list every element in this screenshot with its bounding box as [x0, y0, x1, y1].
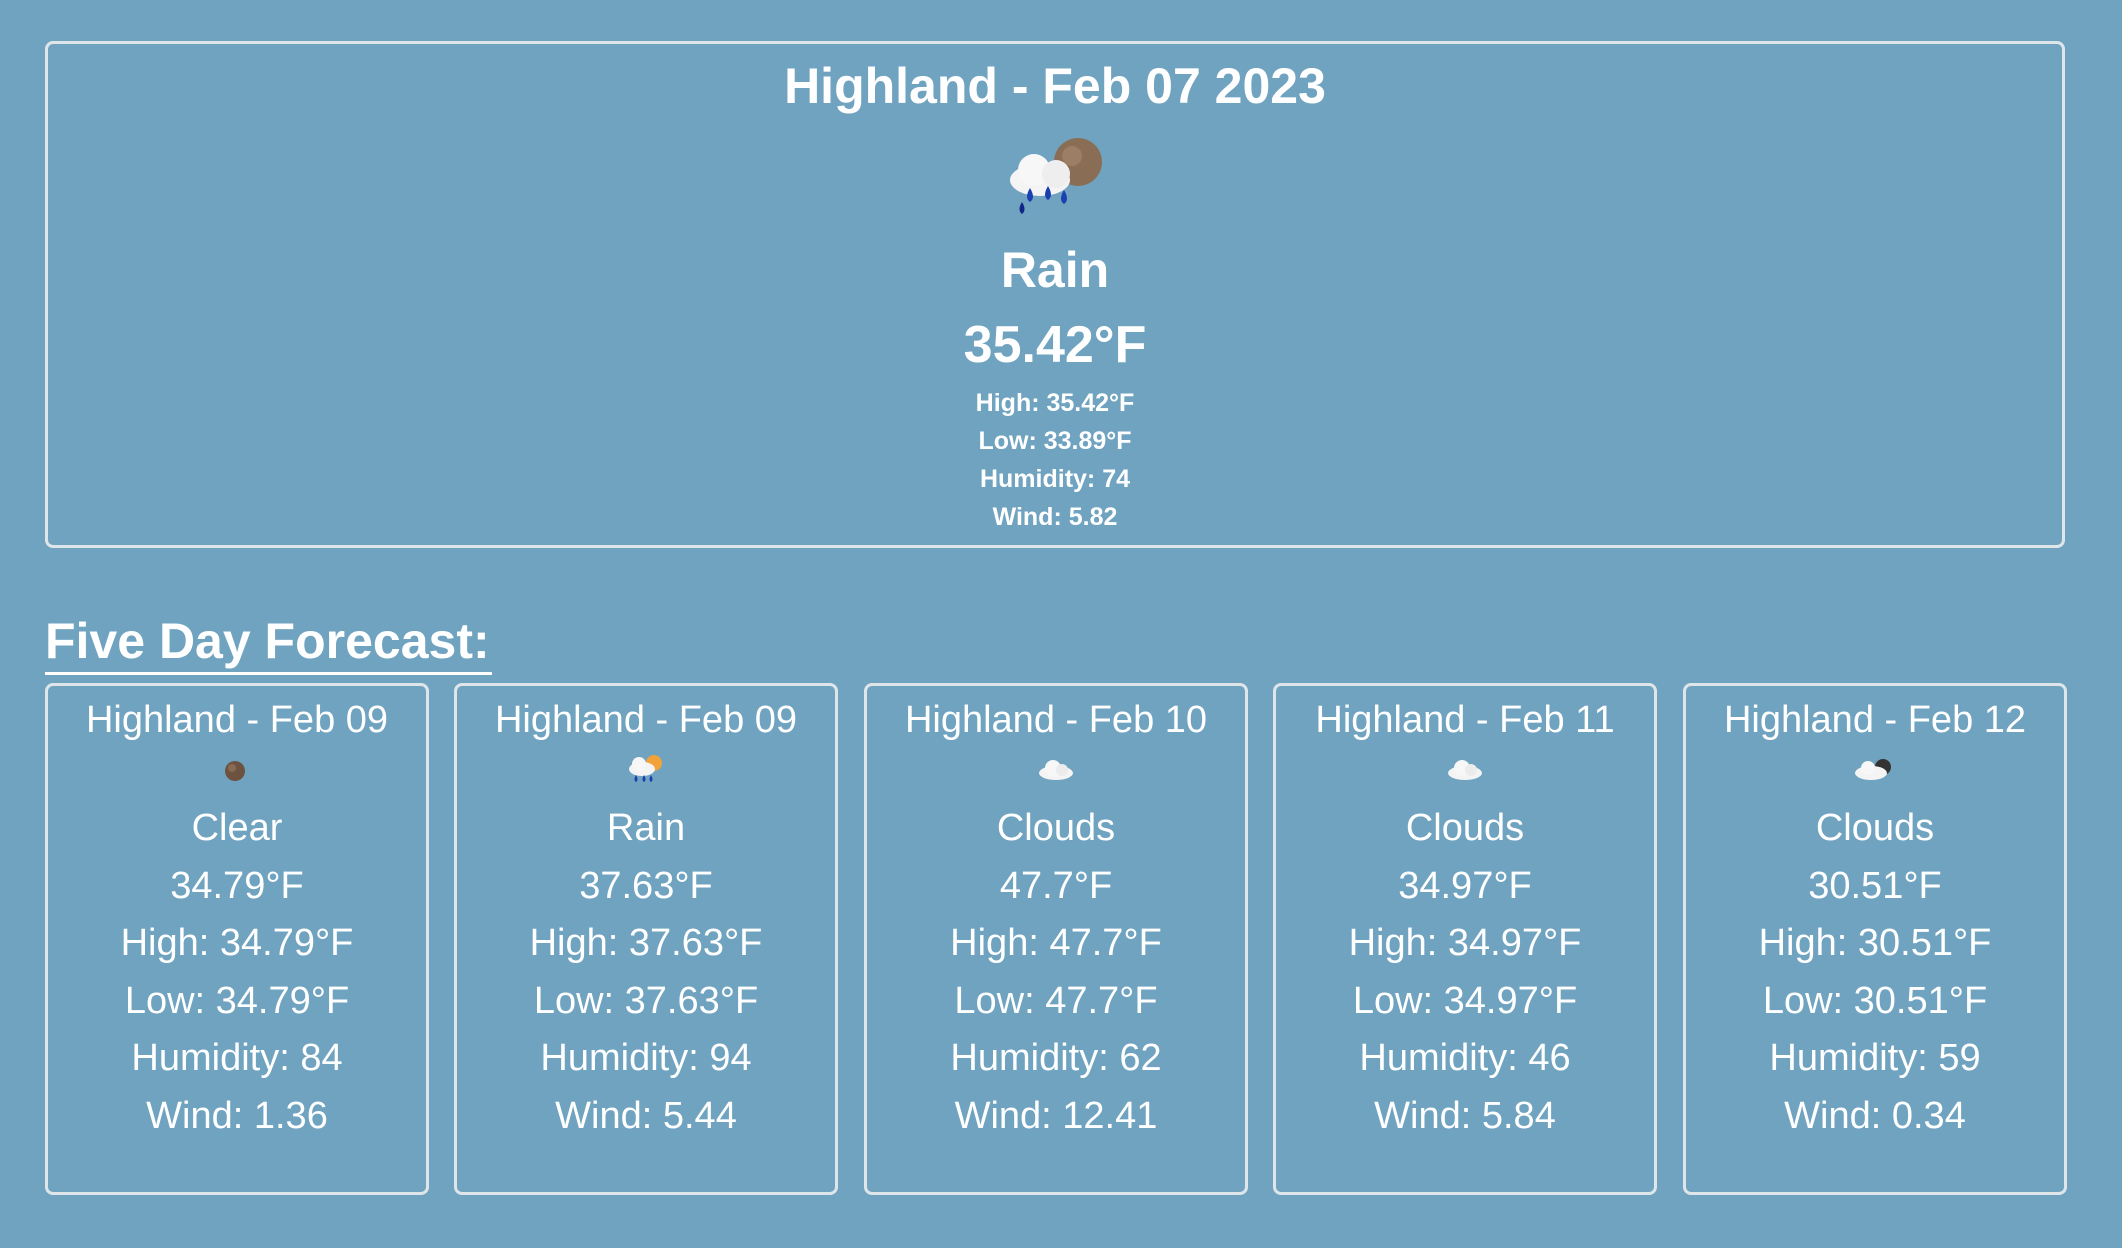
forecast-cards: Highland - Feb 09 Clear 34.79°F High: 34… — [45, 683, 2067, 1195]
forecast-wind: Wind: 0.34 — [1784, 1094, 1966, 1137]
forecast-day-title: Highland - Feb 11 — [1315, 699, 1615, 741]
forecast-humidity: Humidity: 94 — [540, 1037, 752, 1079]
forecast-condition: Clear — [191, 807, 283, 849]
forecast-wind: Wind: 5.84 — [1374, 1094, 1556, 1137]
forecast-high: High: 34.97°F — [1348, 922, 1582, 964]
forecast-humidity: Humidity: 46 — [1359, 1037, 1571, 1079]
current-wind: Wind: 5.82 — [992, 503, 1118, 531]
forecast-card: Highland - Feb 11 Clouds 34.97°F High: 3… — [1273, 683, 1657, 1195]
forecast-humidity: Humidity: 62 — [950, 1037, 1162, 1079]
forecast-wind: Wind: 5.44 — [555, 1094, 737, 1137]
forecast-low: Low: 37.63°F — [533, 979, 759, 1022]
forecast-high: High: 47.7°F — [950, 922, 1162, 964]
forecast-day-title: Highland - Feb 12 — [1723, 699, 2027, 741]
forecast-low: Low: 47.7°F — [954, 979, 1158, 1022]
forecast-low: Low: 34.79°F — [124, 979, 350, 1022]
cloud-icon — [1276, 744, 1654, 794]
current-title: Highland - Feb 07 2023 — [784, 58, 1326, 114]
forecast-day-title: Highland - Feb 09 — [85, 699, 389, 741]
current-high: High: 35.42°F — [975, 389, 1135, 417]
forecast-day-title: Highland - Feb 09 — [494, 699, 798, 741]
forecast-card: Highland - Feb 09 Clear 34.79°F High: 34… — [45, 683, 429, 1195]
forecast-temperature: 37.63°F — [579, 864, 713, 907]
forecast-low: Low: 30.51°F — [1762, 979, 1988, 1022]
forecast-condition: Clouds — [1815, 807, 1935, 849]
current-humidity: Humidity: 74 — [979, 465, 1131, 493]
cloud-icon — [867, 744, 1245, 794]
current-condition: Rain — [1000, 242, 1110, 298]
forecast-humidity: Humidity: 84 — [131, 1037, 343, 1079]
forecast-high: High: 34.79°F — [120, 922, 354, 964]
current-low: Low: 33.89°F — [978, 427, 1132, 455]
cloud-night-icon — [1686, 744, 2064, 794]
forecast-temperature: 34.79°F — [170, 864, 304, 907]
forecast-temperature: 30.51°F — [1808, 864, 1942, 907]
forecast-heading: Five Day Forecast: — [45, 610, 492, 675]
forecast-temperature: 47.7°F — [999, 864, 1113, 907]
forecast-condition: Clouds — [1405, 807, 1525, 849]
forecast-condition: Rain — [606, 807, 686, 849]
forecast-humidity: Humidity: 59 — [1769, 1037, 1981, 1079]
forecast-wind: Wind: 12.41 — [954, 1094, 1158, 1137]
forecast-day-title: Highland - Feb 10 — [904, 699, 1208, 741]
rain-sun-icon — [48, 130, 2062, 230]
forecast-low: Low: 34.97°F — [1352, 979, 1578, 1022]
forecast-high: High: 30.51°F — [1758, 922, 1992, 964]
current-temperature: 35.42°F — [963, 316, 1147, 374]
forecast-condition: Clouds — [996, 807, 1116, 849]
forecast-wind: Wind: 1.36 — [146, 1094, 328, 1137]
forecast-card: Highland - Feb 10 Clouds 47.7°F High: 47… — [864, 683, 1248, 1195]
clear-night-icon — [48, 744, 426, 794]
rain-sun-icon — [457, 744, 835, 794]
forecast-high: High: 37.63°F — [529, 922, 763, 964]
forecast-card: Highland - Feb 12 Clouds 30.51°F High: 3… — [1683, 683, 2067, 1195]
forecast-card: Highland - Feb 09 Rain 37.63°F High: 37.… — [454, 683, 838, 1195]
forecast-temperature: 34.97°F — [1398, 864, 1532, 907]
current-weather-card: Highland - Feb 07 2023 Rain 35.42°F High… — [45, 41, 2065, 548]
